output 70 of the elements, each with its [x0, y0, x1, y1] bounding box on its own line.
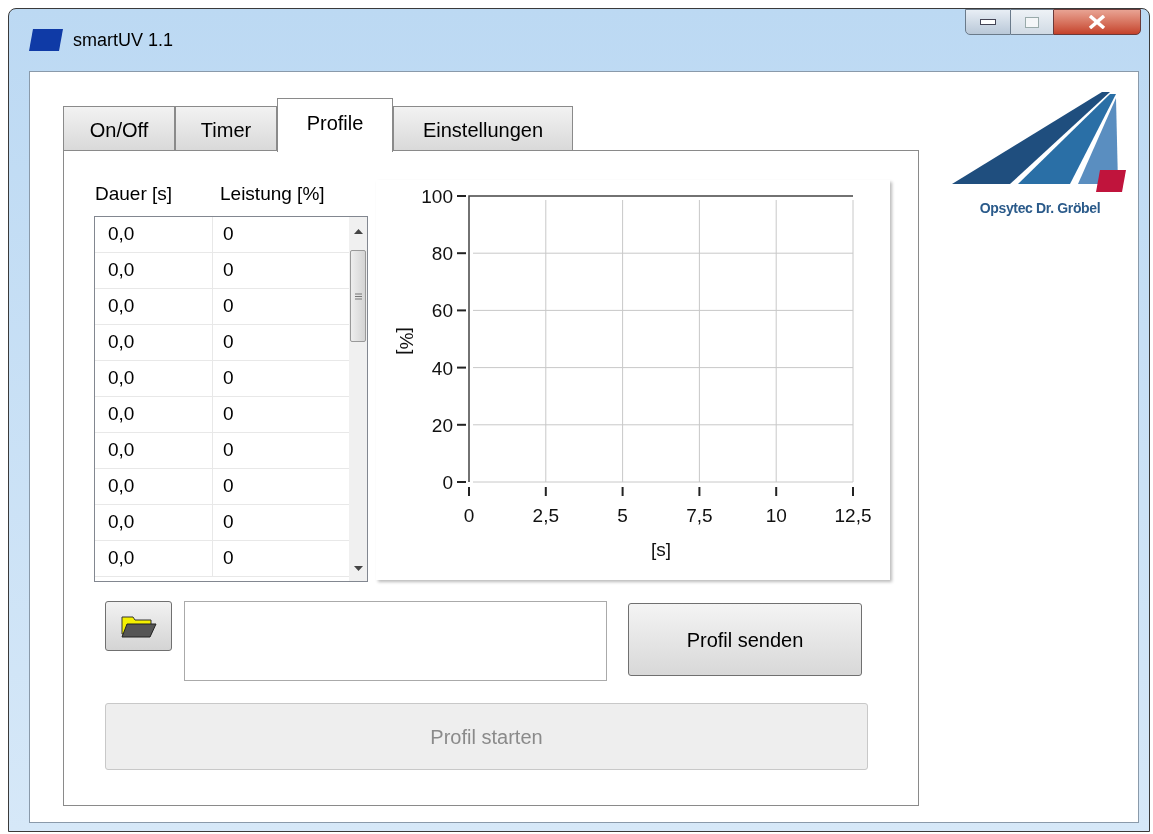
y-tick-label: 80 — [431, 243, 453, 265]
tick-mark — [456, 366, 467, 369]
scrollbar[interactable] — [349, 217, 367, 581]
file-path-field[interactable] — [184, 601, 607, 681]
folder-icon — [120, 614, 157, 638]
x-tick-label: 0 — [463, 505, 475, 526]
table-cell: 0,0 — [95, 397, 213, 432]
tick-mark — [852, 486, 854, 497]
button[interactable]: Profil senden — [628, 603, 862, 676]
y-tick-label: 40 — [431, 357, 453, 379]
x-tick-label: 10 — [765, 505, 787, 526]
x-tick-label: 2,5 — [532, 505, 559, 526]
table-cell: 0,0 — [95, 541, 213, 576]
logo-text: Opsytec Dr. Gröbel — [979, 199, 1101, 218]
maximize-icon — [1025, 16, 1039, 28]
tab[interactable]: On/Off — [63, 106, 175, 152]
tab[interactable]: Profile — [277, 98, 393, 152]
tick-mark — [775, 486, 778, 497]
table-cell: 0,0 — [95, 469, 213, 504]
table-cell: 0,0 — [95, 217, 213, 252]
table-cell-text: 0 — [222, 546, 235, 570]
table-cell-text: 0 — [222, 366, 235, 390]
tick-mark — [621, 486, 624, 497]
scroll-up-icon — [353, 229, 363, 234]
minimize-icon — [980, 19, 996, 25]
table-cell-text: 0 — [222, 438, 235, 462]
scrollbar-thumb[interactable] — [350, 250, 366, 342]
y-tick-label: 100 — [421, 186, 453, 207]
table-cell-text: 0 — [222, 510, 235, 534]
grip-icon — [354, 292, 362, 300]
tick-mark — [456, 252, 467, 255]
table-cell: 0,0 — [95, 361, 213, 396]
close-icon — [1088, 15, 1106, 29]
tab[interactable]: Timer — [175, 106, 277, 152]
window-title: smartUV 1.1 — [73, 29, 174, 51]
app-icon — [29, 29, 63, 51]
table-cell: 0,0 — [95, 433, 213, 468]
close-button[interactable] — [1053, 9, 1141, 35]
table-cell-text: 0 — [222, 474, 235, 498]
table-cell-text: 0 — [222, 222, 235, 246]
scroll-down-icon — [353, 566, 363, 571]
y-tick-label: 0 — [442, 472, 453, 493]
minimize-button[interactable] — [965, 9, 1011, 35]
table-cell-text: 0 — [222, 294, 235, 318]
tab[interactable]: Einstellungen — [393, 106, 573, 152]
tick-mark — [456, 195, 467, 197]
x-tick-label: 7,5 — [686, 505, 713, 526]
table-cell: 0,0 — [95, 253, 213, 288]
tick-mark — [456, 481, 467, 483]
x-axis-label: [s] — [650, 539, 672, 560]
y-tick-label: 60 — [431, 300, 453, 322]
tick-mark — [544, 486, 547, 497]
table-cell: 0,0 — [95, 325, 213, 360]
table-cell: 0,0 — [95, 505, 213, 540]
y-tick-label: 20 — [431, 414, 453, 436]
x-tick-label: 5 — [617, 505, 628, 526]
y-axis-label: [%] — [396, 327, 417, 355]
table-cell-text: 0 — [222, 258, 235, 282]
maximize-button[interactable] — [1011, 9, 1053, 35]
column-header: Dauer [s] — [94, 182, 174, 206]
table-cell: 0,0 — [95, 289, 213, 324]
column-header: Leistung [%] — [220, 182, 325, 206]
table-cell-text: 0 — [222, 330, 235, 354]
open-folder-button[interactable] — [105, 601, 172, 651]
x-tick-label: 12,5 — [834, 505, 872, 526]
tick-mark — [698, 486, 701, 497]
table-cell-text: 0 — [222, 402, 235, 426]
tick-mark — [468, 486, 470, 497]
tick-mark — [456, 309, 467, 312]
tick-mark — [456, 423, 467, 426]
